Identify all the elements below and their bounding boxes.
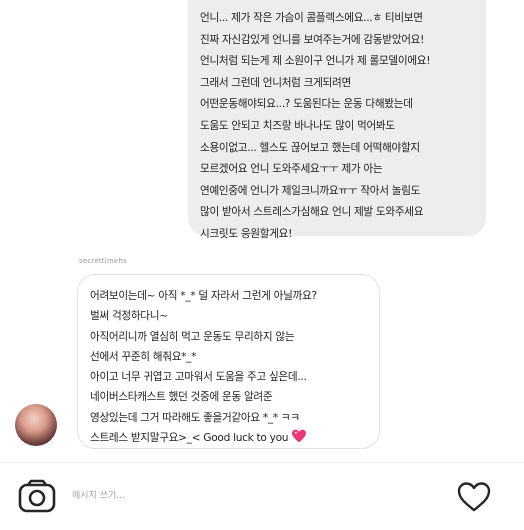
message-line: 선에서 꾸준히 해줘요*_* — [90, 350, 197, 363]
message-line: 언니... 제가 작은 가슴이 콤플렉스에요...ㅎ 티비보면 — [200, 12, 423, 24]
message-line: 어떤운동해야되요...? 도움된다는 운동 다해봤는데 — [200, 98, 413, 111]
incoming-message-bubble: 어려보이는데~ 아직 *_* 덜 자라서 그런게 아닐까요? 벌써 걱정하다니~… — [77, 274, 380, 449]
camera-button[interactable] — [18, 479, 56, 513]
message-line: 어려보이는데~ 아직 *_* 덜 자라서 그런게 아닐까요? — [90, 290, 317, 302]
like-button[interactable] — [456, 481, 492, 513]
message-line: 영상있는데 그거 따라해도 좋을거같아요 *_* ㅋㅋ — [90, 411, 300, 424]
outgoing-message-bubble: 언니... 제가 작은 가슴이 콤플렉스에요...ㅎ 티비보면 진짜 자신감있게… — [188, 0, 486, 240]
message-line: 아이고 너무 귀엽고 고마워서 도움을 주고 싶은데... — [90, 371, 307, 384]
message-thread: 언니... 제가 작은 가슴이 콤플렉스에요...ㅎ 티비보면 진짜 자신감있게… — [0, 0, 524, 462]
message-input[interactable] — [72, 486, 432, 506]
message-line: 진짜 자신감있게 언니를 보여주는거에 감동받았어요! — [200, 33, 425, 46]
sender-name[interactable]: secrettimehs — [79, 257, 127, 265]
message-line: 시크릿도 응원할게요! — [200, 227, 293, 240]
message-line: 네이버스타캐스트 했던 것중에 운동 알려준 — [90, 391, 273, 404]
message-line: 벌써 걱정하다니~ — [90, 310, 168, 323]
message-line: 아직어리니까 열심히 먹고 운동도 무리하지 않는 — [90, 330, 295, 343]
message-line: 연예인중에 언니가 제일크니까요ㅠㅜ 작아서 놀림도 — [200, 184, 421, 197]
camera-icon — [18, 479, 56, 513]
sparkling-heart-icon — [292, 429, 307, 443]
message-line-last: 스트레스 받지말구요>_< Good luck to you — [90, 428, 367, 448]
heart-icon — [457, 482, 491, 512]
message-line: 도움도 안되고 치즈랑 바나나도 많이 먹어봐도 — [200, 119, 395, 132]
message-text: 스트레스 받지말구요>_< Good luck to you — [90, 432, 289, 445]
avatar[interactable] — [15, 404, 57, 446]
message-line: 언니처럼 되는게 제 소원이구 언니가 제 롤모델이에요! — [200, 55, 431, 68]
message-line: 많이 받아서 스트레스가심해요 언니 제발 도와주세요 — [200, 206, 424, 219]
message-line: 소용이없고... 헬스도 끊어보고 했는데 어떡해야할지 — [200, 141, 420, 154]
message-line: 모르겠어요 언니 도와주세요ㅜㅜ 제가 아는 — [200, 163, 383, 176]
message-line: 그래서 그런데 언니처럼 크게되려면 — [200, 76, 351, 89]
message-input-bar — [0, 462, 524, 530]
